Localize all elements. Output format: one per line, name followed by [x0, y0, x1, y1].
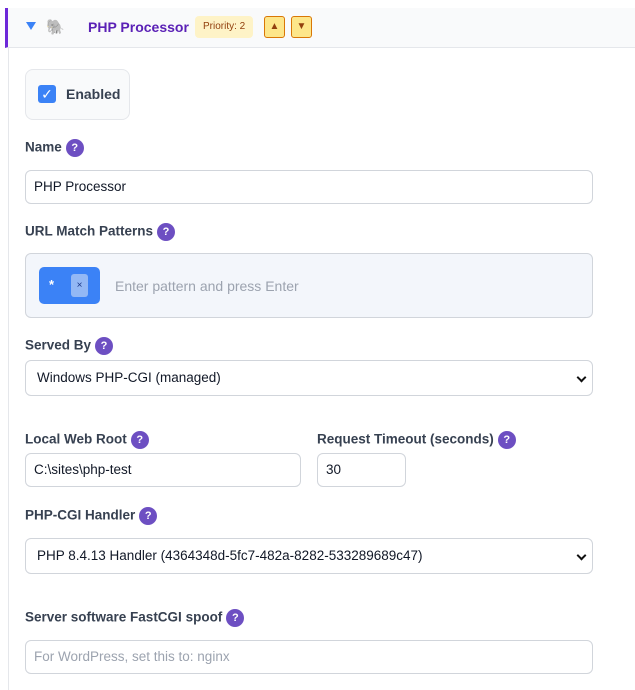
- enabled-label: Enabled: [66, 86, 121, 102]
- served-by-label-text: Served By: [25, 337, 92, 353]
- handler-select[interactable]: PHP 8.4.13 Handler (4364348d-5fc7-482a-8…: [25, 538, 593, 574]
- url-patterns-label-text: URL Match Patterns: [25, 223, 154, 239]
- url-patterns-label: URL Match Patterns?: [25, 223, 176, 241]
- name-input[interactable]: PHP Processor: [25, 170, 593, 204]
- processor-header[interactable]: 🐘 PHP Processor Priority: 2 ▲ ▼: [5, 8, 635, 48]
- handler-label-text: PHP-CGI Handler: [25, 507, 136, 523]
- pattern-tag-text: *: [49, 277, 55, 292]
- fastcgi-spoof-label-text: Server software FastCGI spoof: [25, 609, 223, 625]
- fastcgi-spoof-placeholder: For WordPress, set this to: nginx: [34, 649, 230, 664]
- name-label-text: Name: [25, 139, 62, 155]
- name-label: Name?: [25, 139, 84, 157]
- elephant-icon: 🐘: [46, 19, 65, 36]
- processor-title: PHP Processor: [88, 19, 189, 35]
- chevron-down-icon: [576, 372, 587, 383]
- web-root-label-text: Local Web Root: [25, 431, 127, 447]
- enabled-toggle-box[interactable]: ✓ Enabled: [25, 69, 130, 120]
- remove-tag-icon[interactable]: ×: [71, 274, 88, 297]
- fastcgi-spoof-label: Server software FastCGI spoof?: [25, 609, 245, 627]
- handler-help-icon[interactable]: ?: [139, 507, 158, 525]
- chevron-down-icon: [576, 550, 587, 561]
- served-by-select[interactable]: Windows PHP-CGI (managed): [25, 360, 593, 396]
- served-by-value: Windows PHP-CGI (managed): [37, 370, 221, 385]
- timeout-label: Request Timeout (seconds)?: [317, 431, 516, 449]
- web-root-input[interactable]: C:\sites\php-test: [25, 453, 301, 487]
- handler-label: PHP-CGI Handler?: [25, 507, 158, 525]
- handler-value: PHP 8.4.13 Handler (4364348d-5fc7-482a-8…: [37, 548, 423, 563]
- pattern-tag: * ×: [39, 267, 100, 304]
- url-patterns-input[interactable]: * × Enter pattern and press Enter: [25, 253, 593, 318]
- url-patterns-help-icon[interactable]: ?: [157, 223, 176, 241]
- move-down-button[interactable]: ▼: [291, 16, 312, 38]
- fastcgi-spoof-help-icon[interactable]: ?: [226, 609, 245, 627]
- served-by-label: Served By?: [25, 337, 114, 355]
- move-up-button[interactable]: ▲: [264, 16, 285, 38]
- fastcgi-spoof-input[interactable]: For WordPress, set this to: nginx: [25, 640, 593, 674]
- name-help-icon[interactable]: ?: [65, 139, 84, 157]
- priority-badge: Priority: 2: [195, 16, 254, 38]
- web-root-help-icon[interactable]: ?: [130, 431, 149, 449]
- enabled-checkbox[interactable]: ✓: [38, 85, 56, 103]
- pattern-placeholder[interactable]: Enter pattern and press Enter: [115, 278, 299, 294]
- timeout-label-text: Request Timeout (seconds): [317, 431, 494, 447]
- web-root-label: Local Web Root?: [25, 431, 149, 449]
- timeout-input[interactable]: 30: [317, 453, 406, 487]
- timeout-help-icon[interactable]: ?: [497, 431, 516, 449]
- collapse-arrow-icon[interactable]: [26, 22, 36, 30]
- served-by-help-icon[interactable]: ?: [95, 337, 114, 355]
